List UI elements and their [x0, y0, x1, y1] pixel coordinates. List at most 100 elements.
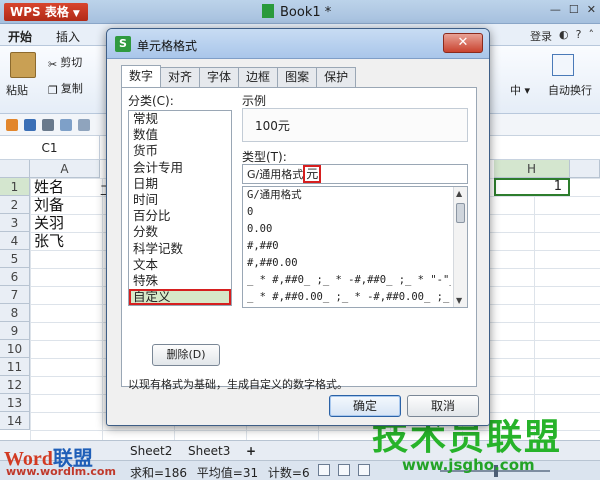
row-header[interactable]: 8: [0, 304, 30, 322]
category-item[interactable]: 货币: [129, 143, 231, 159]
row-header[interactable]: 12: [0, 376, 30, 394]
close-icon[interactable]: ✕: [587, 3, 596, 16]
sample-value: 100元: [255, 119, 290, 133]
cut-button[interactable]: ✂ 剪切: [48, 54, 82, 71]
category-item[interactable]: 日期: [129, 176, 231, 192]
ok-button[interactable]: 确定: [329, 395, 401, 417]
maximize-icon[interactable]: ☐: [569, 3, 579, 16]
select-all-corner[interactable]: [0, 160, 30, 178]
paste-button[interactable]: 粘贴: [6, 82, 28, 98]
category-item[interactable]: 百分比: [129, 208, 231, 224]
category-item[interactable]: 会计专用: [129, 160, 231, 176]
row-header[interactable]: 13: [0, 394, 30, 412]
format-code-item[interactable]: _ * #,##0_ ;_ * -#,##0_ ;_ * "-"_: [243, 272, 451, 289]
cell-h1-selected[interactable]: 1: [494, 178, 570, 196]
name-box[interactable]: C1: [0, 136, 100, 160]
wps-app-menu-button[interactable]: WPS 表格 ▼: [4, 3, 88, 21]
tab-pattern[interactable]: 图案: [277, 67, 318, 87]
page-layout-icon[interactable]: [338, 464, 350, 476]
format-code-item[interactable]: _ * #,##0.00_ ;_ * -#,##0.00_ ;_ * ": [243, 289, 451, 306]
login-link[interactable]: 登录: [530, 28, 552, 44]
format-list-scrollbar[interactable]: ▲ ▼: [453, 187, 467, 307]
print-preview-icon[interactable]: [60, 118, 72, 131]
row-header[interactable]: 3: [0, 214, 30, 232]
paste-icon[interactable]: [10, 52, 36, 78]
tab-alignment[interactable]: 对齐: [160, 67, 201, 87]
view-mode-buttons: [318, 464, 370, 476]
format-code-item[interactable]: #,##0.00: [243, 255, 451, 272]
type-input[interactable]: G/通用格式元: [242, 164, 468, 184]
tab-font[interactable]: 字体: [199, 67, 240, 87]
row-header[interactable]: 4: [0, 232, 30, 250]
tab-insert[interactable]: 插入: [56, 28, 80, 45]
undo-icon[interactable]: [78, 118, 90, 131]
format-code-item[interactable]: 0.00: [243, 221, 451, 238]
row-header[interactable]: 10: [0, 340, 30, 358]
row-header[interactable]: 9: [0, 322, 30, 340]
open-icon[interactable]: [6, 118, 18, 131]
cell-a3[interactable]: 关羽: [34, 214, 64, 232]
title-bar: WPS 表格 ▼ Book1 * — ☐ ✕: [0, 0, 600, 24]
cell-a4[interactable]: 张飞: [34, 232, 64, 250]
category-item[interactable]: 自定义: [129, 289, 231, 305]
format-code-item[interactable]: G/通用格式: [243, 187, 451, 204]
category-item[interactable]: 数值: [129, 127, 231, 143]
format-code-list[interactable]: G/通用格式 0 0.00 #,##0 #,##0.00 _ * #,##0_ ;_ * …: [242, 186, 468, 308]
dialog-title-bar[interactable]: S 单元格格式 ✕: [107, 29, 489, 59]
login-area: 登录 ◐ ? ˄: [530, 28, 594, 44]
row-header[interactable]: 14: [0, 412, 30, 430]
tab-number[interactable]: 数字: [121, 65, 162, 87]
help-icon[interactable]: ?: [576, 28, 582, 44]
add-sheet-button[interactable]: +: [240, 443, 262, 459]
save-icon[interactable]: [24, 118, 36, 131]
print-icon[interactable]: [42, 118, 54, 131]
format-code-item[interactable]: 0: [243, 204, 451, 221]
row-header[interactable]: 2: [0, 196, 30, 214]
cell-a2[interactable]: 刘备: [34, 196, 64, 214]
dialog-title: 单元格格式: [137, 39, 198, 53]
format-code-item[interactable]: #,##0: [243, 238, 451, 255]
tab-protection[interactable]: 保护: [316, 67, 357, 87]
dialog-close-button[interactable]: ✕: [443, 33, 483, 53]
scroll-down-icon[interactable]: ▼: [456, 296, 462, 305]
wrap-text-button[interactable]: 自动换行: [548, 82, 592, 98]
row-header[interactable]: 6: [0, 268, 30, 286]
type-input-prefix: G/通用格式: [247, 168, 304, 181]
document-title: Book1 *: [262, 4, 331, 20]
cancel-button[interactable]: 取消: [407, 395, 479, 417]
sheet-tab-sheet3[interactable]: Sheet3: [182, 443, 236, 459]
column-header-next[interactable]: [570, 160, 600, 178]
category-item[interactable]: 分数: [129, 224, 231, 240]
tab-border[interactable]: 边框: [238, 67, 279, 87]
delete-format-button[interactable]: 删除(D): [152, 344, 220, 366]
page-break-icon[interactable]: [358, 464, 370, 476]
column-header-h[interactable]: H: [494, 160, 570, 178]
copy-icon: ❐: [48, 84, 58, 97]
row-header[interactable]: 7: [0, 286, 30, 304]
scrollbar-thumb[interactable]: [456, 203, 465, 223]
sheet-tab-sheet2[interactable]: Sheet2: [124, 443, 178, 459]
status-summary: 求和=186 平均值=31 计数=6: [130, 466, 310, 480]
category-item[interactable]: 常规: [129, 111, 231, 127]
category-item[interactable]: 文本: [129, 257, 231, 273]
category-item[interactable]: 特殊: [129, 273, 231, 289]
column-header-a[interactable]: A: [30, 160, 100, 178]
skin-icon[interactable]: ◐: [559, 28, 569, 44]
copy-button[interactable]: ❐ 复制: [48, 80, 83, 97]
category-item[interactable]: 时间: [129, 192, 231, 208]
ribbon-collapse-icon[interactable]: ˄: [589, 28, 595, 44]
normal-view-icon[interactable]: [318, 464, 330, 476]
wrap-text-icon[interactable]: [552, 54, 574, 76]
cell-a1[interactable]: 姓名: [34, 178, 64, 196]
tab-start[interactable]: 开始: [8, 28, 33, 48]
minimize-icon[interactable]: —: [550, 3, 561, 16]
row-header[interactable]: 11: [0, 358, 30, 376]
category-list[interactable]: 常规 数值 货币 会计专用 日期 时间 百分比 分数 科学记数 文本 特殊 自定义: [128, 110, 232, 306]
merge-center-button[interactable]: 中 ▾: [510, 82, 530, 98]
jsgho-watermark-url: www.jsgho.com: [402, 456, 535, 474]
row-header[interactable]: 1: [0, 178, 30, 196]
row-header[interactable]: 5: [0, 250, 30, 268]
scroll-up-icon[interactable]: ▲: [456, 189, 462, 198]
dialog-tabs: 数字 对齐 字体 边框 图案 保护: [121, 65, 357, 87]
category-item[interactable]: 科学记数: [129, 241, 231, 257]
